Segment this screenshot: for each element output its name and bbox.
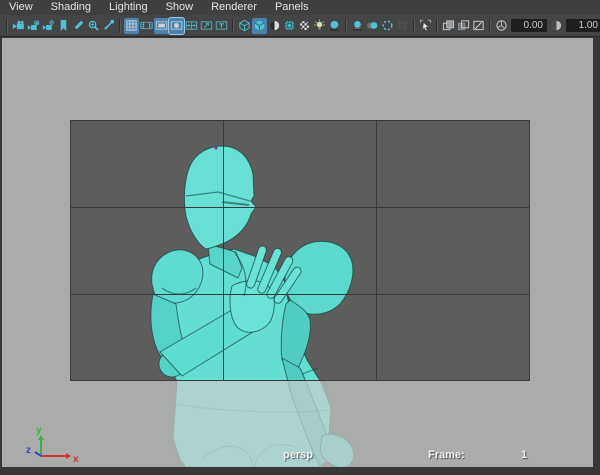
- film-gate-button[interactable]: [139, 18, 154, 34]
- use-all-lights-button[interactable]: [312, 18, 327, 34]
- cam-icon: [12, 19, 25, 32]
- gate-mask-right: [530, 120, 593, 381]
- gate-mask-button[interactable]: [169, 18, 184, 34]
- exposure-button[interactable]: [494, 18, 509, 34]
- safetitle-icon: [215, 19, 228, 32]
- frame-value: 1: [521, 449, 527, 461]
- axis-y-label: y: [36, 425, 42, 436]
- wireframe-display-button[interactable]: [237, 18, 252, 34]
- gatemask-icon: [170, 19, 183, 32]
- bookmarks-button[interactable]: [56, 18, 71, 34]
- gammaicon-icon: [550, 19, 563, 32]
- safe-action-button[interactable]: [199, 18, 214, 34]
- toolbar-separator: [345, 19, 347, 33]
- depth-of-field-button: [395, 18, 410, 34]
- menu-panels[interactable]: Panels: [266, 0, 318, 15]
- anti-aliasing-button[interactable]: [380, 18, 395, 34]
- ssao-icon: [351, 19, 364, 32]
- rolltool-icon: [102, 19, 115, 32]
- shadedcube-icon: [253, 19, 266, 32]
- axis-orientation-gizmo: y x z: [14, 422, 86, 466]
- resolution-gate-border: [70, 120, 530, 381]
- safe-title-button[interactable]: [214, 18, 229, 34]
- select-camera-button[interactable]: [11, 18, 26, 34]
- frame-label: Frame:: [428, 449, 465, 461]
- panel-menubar: View Shading Lighting Show Renderer Pane…: [0, 0, 600, 15]
- isolate-icon: [419, 19, 432, 32]
- wiresphere-icon: [283, 19, 296, 32]
- xray2-icon: [457, 19, 470, 32]
- wirecube-icon: [238, 19, 251, 32]
- exposureicon-icon: [495, 19, 508, 32]
- toolbar-separator: [119, 19, 121, 33]
- motionblur-icon: [366, 19, 379, 32]
- textured-display-button[interactable]: [297, 18, 312, 34]
- thirds-grid-vline: [376, 120, 377, 381]
- maya-panel-window: View Shading Lighting Show Renderer Pane…: [0, 0, 600, 475]
- shadows-button[interactable]: [327, 18, 342, 34]
- toolbar-separator: [489, 19, 491, 33]
- safeaction-icon: [200, 19, 213, 32]
- screen-space-ao-button[interactable]: [350, 18, 365, 34]
- resolution-gate-button[interactable]: [154, 18, 169, 34]
- imageplane-icon: [472, 19, 485, 32]
- camera-name-label: persp: [283, 449, 313, 461]
- shaded-display-button[interactable]: [252, 18, 267, 34]
- panel-toolbar: 0.00 1.00: [0, 15, 600, 37]
- image-plane-display-button[interactable]: [471, 18, 486, 34]
- lock-camera-button[interactable]: [26, 18, 41, 34]
- resgate-icon: [155, 19, 168, 32]
- dof-icon: [396, 19, 409, 32]
- toolbar-separator: [6, 19, 8, 33]
- msaa-icon: [381, 19, 394, 32]
- bulb-icon: [313, 19, 326, 32]
- bookmark-icon: [57, 19, 70, 32]
- axis-x-label: x: [73, 454, 79, 465]
- halfsphere-icon: [268, 19, 281, 32]
- gamma-button[interactable]: [549, 18, 564, 34]
- camera-tools-button[interactable]: [101, 18, 116, 34]
- shadowsphere-icon: [328, 19, 341, 32]
- menu-shading[interactable]: Shading: [42, 0, 100, 15]
- menu-show[interactable]: Show: [157, 0, 203, 15]
- pencil-icon: [72, 19, 85, 32]
- camera-attributes-button[interactable]: [41, 18, 56, 34]
- fieldchart-icon: [185, 19, 198, 32]
- menu-lighting[interactable]: Lighting: [100, 0, 157, 15]
- perspective-viewport[interactable]: persp Frame: 1 y x z: [2, 38, 593, 467]
- panzoom-icon: [87, 19, 100, 32]
- menu-view[interactable]: View: [0, 0, 42, 15]
- shaded-wireframe-button[interactable]: [282, 18, 297, 34]
- toolbar-separator: [232, 19, 234, 33]
- grease-pencil-button[interactable]: [71, 18, 86, 34]
- filmgate-icon: [140, 19, 153, 32]
- field-chart-button[interactable]: [184, 18, 199, 34]
- grid-icon: [125, 19, 138, 32]
- gate-mask-top: [2, 38, 593, 120]
- exposure-field[interactable]: 0.00: [511, 19, 547, 32]
- motion-blur-button[interactable]: [365, 18, 380, 34]
- toolbar-separator: [413, 19, 415, 33]
- display-grid-button[interactable]: [124, 18, 139, 34]
- menu-renderer[interactable]: Renderer: [202, 0, 266, 15]
- thirds-grid-hline: [70, 207, 530, 208]
- xray-display-button[interactable]: [441, 18, 456, 34]
- gamma-field[interactable]: 1.00: [566, 19, 600, 32]
- axis-z-label: z: [26, 445, 31, 456]
- checkersphere-icon: [298, 19, 311, 32]
- attrcam-icon: [42, 19, 55, 32]
- gate-mask-left: [2, 120, 70, 381]
- pan-zoom-2d-button[interactable]: [86, 18, 101, 34]
- xray-joints-button[interactable]: [456, 18, 471, 34]
- use-default-material-button[interactable]: [267, 18, 282, 34]
- thirds-grid-vline: [223, 120, 224, 381]
- lockcam-icon: [27, 19, 40, 32]
- toolbar-separator: [436, 19, 438, 33]
- xray-icon: [442, 19, 455, 32]
- isolate-select-button[interactable]: [418, 18, 433, 34]
- thirds-grid-hline: [70, 294, 530, 295]
